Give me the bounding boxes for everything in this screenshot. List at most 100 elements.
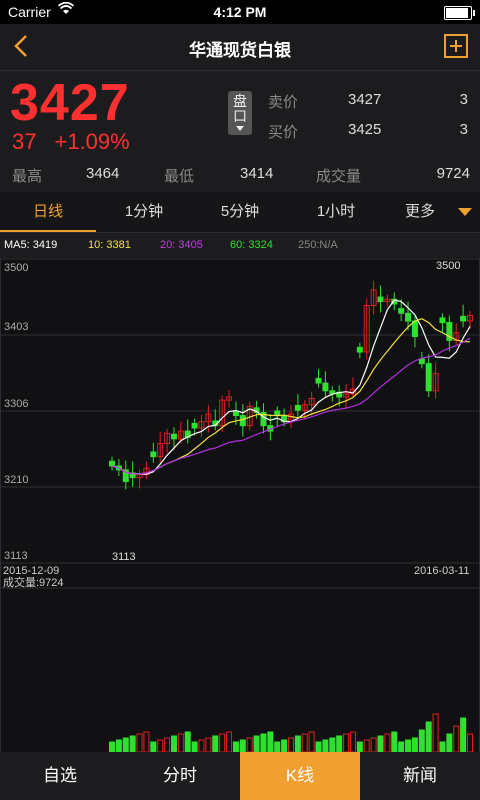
volume-bar [405, 739, 412, 752]
volume-bar [460, 717, 467, 752]
volume-bar [301, 733, 308, 752]
volume-bar [226, 731, 233, 752]
min-price-label: 3113 [112, 551, 136, 563]
day-stats: 最高 3464 最低 3414 成交量 9724 [12, 165, 470, 187]
volume-bar [391, 731, 398, 752]
candle-body [322, 382, 329, 392]
ma20-label: 20: 3405 [160, 239, 203, 251]
tab-1hour[interactable]: 1小时 [288, 192, 384, 232]
candles [109, 280, 473, 490]
volume-bar [253, 735, 260, 752]
volume-bar [446, 733, 453, 752]
volume-bar [143, 731, 150, 752]
max-price-label: 3500 [436, 260, 460, 272]
volume-bar [129, 735, 136, 752]
volume-bar [191, 741, 198, 752]
ma250-label: 250:N/A [298, 239, 338, 251]
volume-bar [184, 731, 191, 752]
tab-daily[interactable]: 日线 [0, 192, 96, 232]
volume-bars [109, 713, 473, 752]
status-bar: Carrier 4:12 PM [0, 0, 480, 24]
kline-svg: 3500 3403 3306 3210 3113 3500 3113 2015-… [0, 258, 480, 752]
y-tick-label: 3403 [4, 321, 28, 333]
y-tick-label: 3500 [4, 262, 28, 274]
high-label: 最高 [12, 168, 43, 185]
volume-bar [274, 741, 281, 752]
add-watchlist-icon[interactable] [444, 34, 468, 58]
volume-bar [356, 741, 363, 752]
x-start-date: 2015-12-09 [3, 565, 59, 577]
volume-bar [308, 731, 315, 752]
volume-bar [232, 741, 239, 752]
volume-bar [343, 733, 350, 752]
tab-1min[interactable]: 1分钟 [96, 192, 192, 232]
period-tabs: 日线 1分钟 5分钟 1小时 更多 [0, 192, 480, 233]
candle-body [191, 422, 198, 429]
candle-body [439, 317, 446, 324]
low-value: 3414 [240, 165, 274, 182]
ma-legend: MA5: 3419 10: 3381 20: 3405 60: 3324 250… [0, 237, 480, 255]
y-tick-label: 3210 [4, 474, 28, 486]
volume-value: 9724 [436, 165, 470, 182]
buy-qty: 3 [459, 121, 468, 138]
tab-5min[interactable]: 5分钟 [192, 192, 288, 232]
volume-bar [109, 741, 115, 752]
change-value: 37 [12, 129, 37, 154]
buy-price: 3425 [348, 121, 382, 138]
volume-bar [157, 739, 164, 752]
last-price: 3427 [10, 74, 130, 132]
y-tick-label: 3306 [4, 398, 28, 410]
candle-body [356, 346, 363, 353]
volume-bar [370, 737, 377, 752]
nav-bar: 华通现货白银 [0, 24, 480, 71]
volume-bar [170, 735, 177, 752]
volume-label: 成交量 [316, 168, 362, 185]
volume-bar [363, 739, 370, 752]
volume-bar [122, 737, 129, 752]
buy-label: 买价 [268, 124, 299, 141]
tab-more[interactable]: 更多 [372, 192, 468, 232]
kline-chart[interactable]: 3500 3403 3306 3210 3113 3500 3113 2015-… [0, 258, 480, 752]
tab-watchlist[interactable]: 自选 [0, 752, 120, 800]
volume-bar [177, 733, 184, 752]
price-change: 37 +1.09% [12, 129, 148, 155]
pankou-label: 盘口 [233, 93, 247, 124]
volume-bar [336, 735, 343, 752]
volume-bar [198, 739, 205, 752]
tab-kline[interactable]: K线 [240, 752, 360, 800]
more-dropdown-icon[interactable] [458, 208, 472, 216]
volume-bar [411, 737, 418, 752]
tab-news[interactable]: 新闻 [360, 752, 480, 800]
volume-bar [329, 737, 336, 752]
ma5-label: MA5: 3419 [4, 239, 58, 251]
volume-bar [288, 737, 294, 752]
volume-bar [219, 733, 226, 752]
volume-bar [205, 737, 212, 752]
pankou-button[interactable]: 盘口 [228, 91, 252, 135]
sell-label: 卖价 [268, 94, 299, 111]
volume-bar [115, 739, 122, 752]
candle-body [418, 358, 425, 365]
volume-bar [136, 733, 143, 752]
volume-axis-label: 成交量:9724 [3, 575, 64, 589]
sell-qty: 3 [459, 91, 468, 108]
volume-bar [425, 721, 432, 752]
volume-bar [164, 737, 171, 752]
volume-bar [453, 725, 460, 752]
battery-icon [444, 6, 475, 20]
volume-bar [384, 733, 391, 752]
page-title: 华通现货白银 [189, 41, 291, 60]
volume-bar [239, 739, 246, 752]
volume-bar [432, 713, 439, 752]
candle-body [460, 315, 467, 322]
volume-bar [281, 739, 288, 752]
volume-bar [315, 741, 322, 752]
ma60-label: 60: 3324 [230, 239, 273, 251]
quote-panel: 3427 37 +1.09% 盘口 卖价 3427 3 买价 3425 3 最高 … [0, 71, 480, 191]
tab-timeshare[interactable]: 分时 [120, 752, 240, 800]
candle-body [150, 451, 157, 458]
change-percent: +1.09% [54, 129, 130, 154]
volume-bar [398, 741, 405, 752]
y-tick-label: 3113 [4, 550, 28, 562]
candle-body [315, 377, 322, 384]
